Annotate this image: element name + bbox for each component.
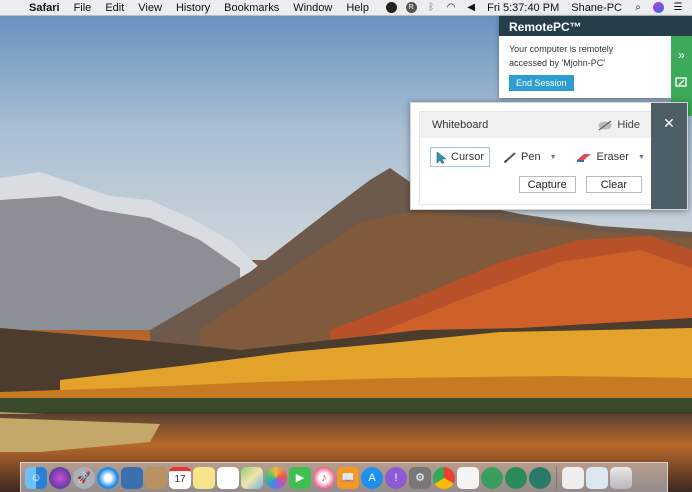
bluetooth-icon[interactable]: ᛒ <box>424 1 438 15</box>
menu-help[interactable]: Help <box>339 2 376 14</box>
tool-cursor[interactable]: Cursor <box>430 147 491 167</box>
eye-slash-icon <box>598 119 612 131</box>
wifi-icon[interactable]: ◠ <box>444 1 458 15</box>
menu-clock[interactable]: Fri 5:37:40 PM <box>481 2 565 14</box>
menu-history[interactable]: History <box>169 2 217 14</box>
volume-icon[interactable]: ◀ <box>464 1 478 15</box>
calendar-icon[interactable]: 17 <box>169 466 191 489</box>
whiteboard-close-button[interactable]: ✕ <box>651 103 687 209</box>
end-session-button[interactable]: End Session <box>509 75 574 91</box>
collapse-chevron-icon[interactable]: » <box>678 48 685 62</box>
maps-icon[interactable] <box>241 466 263 489</box>
tool-eraser[interactable]: Eraser ▼ <box>570 147 650 167</box>
remotepc-message-line1: Your computer is remotely <box>509 44 614 54</box>
siri-dock-icon[interactable] <box>49 466 71 489</box>
app-store-icon[interactable]: A <box>361 466 383 489</box>
itunes-icon[interactable]: ♪ <box>313 466 335 489</box>
capture-button[interactable]: Capture <box>518 176 576 193</box>
tool-eraser-label: Eraser <box>596 151 629 163</box>
documents-icon[interactable] <box>562 466 584 489</box>
tool-cursor-label: Cursor <box>451 151 485 163</box>
clear-button[interactable]: Clear <box>585 176 642 193</box>
remotepc-message-line2: accessed by 'Mjohn-PC' <box>509 58 605 68</box>
tool-pen-label: Pen <box>521 151 541 163</box>
status-remote-icon[interactable]: R <box>404 1 418 15</box>
menu-user[interactable]: Shane-PC <box>565 2 628 14</box>
pen-dropdown-chevron-icon[interactable]: ▼ <box>550 154 557 161</box>
whiteboard-hide-label: Hide <box>617 119 640 131</box>
textedit-icon[interactable] <box>457 466 479 489</box>
whiteboard-actions: Capture Clear <box>420 176 652 193</box>
remotepc-app-2-icon[interactable] <box>505 466 527 489</box>
menu-file[interactable]: File <box>67 2 99 14</box>
whiteboard-hide-button[interactable]: Hide <box>597 119 640 131</box>
whiteboard-content: Whiteboard Hide Cursor Pen ▼ Eraser ▼ Ca… <box>419 111 653 205</box>
tool-pen[interactable]: Pen ▼ <box>498 147 562 167</box>
notification-center-icon[interactable]: ☰ <box>671 1 685 15</box>
system-preferences-icon[interactable]: ⚙ <box>409 466 431 489</box>
contacts-icon[interactable] <box>145 466 167 489</box>
launchpad-icon[interactable]: 🚀 <box>73 466 95 489</box>
trash-icon[interactable] <box>610 466 632 489</box>
pen-icon <box>504 152 516 163</box>
menu-bookmarks[interactable]: Bookmarks <box>217 2 286 14</box>
remotepc-body: Your computer is remotely accessed by 'M… <box>499 36 670 98</box>
remotepc-app-1-icon[interactable] <box>481 466 503 489</box>
remote-app-icon[interactable]: ! <box>385 466 407 489</box>
menu-edit[interactable]: Edit <box>98 2 131 14</box>
dock: ☺ 🚀 17 ▶ ♪ 📖 A ! ⚙ <box>20 462 668 492</box>
spotlight-icon[interactable]: ⌕ <box>631 1 645 15</box>
remotepc-panel: RemotePC™ Your computer is remotely acce… <box>499 16 692 116</box>
photos-icon[interactable] <box>265 466 287 489</box>
facetime-icon[interactable]: ▶ <box>289 466 311 489</box>
menu-app-name[interactable]: Safari <box>22 2 67 14</box>
menu-bar: Safari File Edit View History Bookmarks … <box>0 0 692 16</box>
notes-icon[interactable] <box>193 466 215 489</box>
whiteboard-panel: Whiteboard Hide Cursor Pen ▼ Eraser ▼ Ca… <box>410 102 688 210</box>
chrome-icon[interactable] <box>433 466 455 489</box>
reminders-icon[interactable] <box>217 466 239 489</box>
remotepc-title: RemotePC™ <box>499 16 692 36</box>
eraser-icon <box>576 153 591 162</box>
siri-icon[interactable] <box>651 1 665 15</box>
finder-icon[interactable]: ☺ <box>25 466 47 489</box>
status-record-icon[interactable] <box>384 1 398 15</box>
menu-view[interactable]: View <box>131 2 169 14</box>
cursor-icon <box>436 150 447 164</box>
whiteboard-header: Whiteboard Hide <box>420 112 652 138</box>
remotepc-app-3-icon[interactable] <box>529 466 551 489</box>
ibooks-icon[interactable]: 📖 <box>337 466 359 489</box>
whiteboard-tools: Cursor Pen ▼ Eraser ▼ <box>420 147 652 167</box>
menu-extras: R ᛒ ◠ ◀ Fri 5:37:40 PM Shane-PC ⌕ ☰ <box>381 1 692 15</box>
whiteboard-title: Whiteboard <box>432 119 489 131</box>
finder-window-icon[interactable] <box>586 466 608 489</box>
menu-window[interactable]: Window <box>286 2 339 14</box>
safari-icon[interactable] <box>97 466 119 489</box>
dock-separator <box>556 465 557 490</box>
photo-viewer-icon[interactable] <box>121 466 143 489</box>
whiteboard-toggle-icon[interactable] <box>675 76 688 92</box>
eraser-dropdown-chevron-icon[interactable]: ▼ <box>638 154 645 161</box>
